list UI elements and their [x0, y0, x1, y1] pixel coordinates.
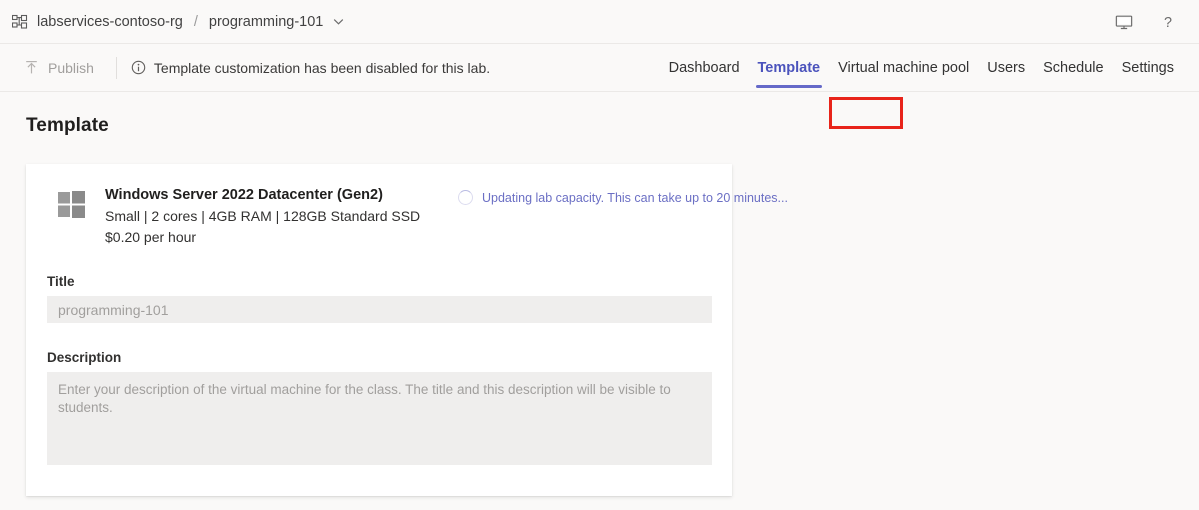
header-actions: ?	[1113, 11, 1185, 33]
title-input[interactable]	[47, 296, 712, 323]
info-circle-icon	[131, 60, 146, 75]
tab-dashboard[interactable]: Dashboard	[660, 46, 749, 91]
publish-button[interactable]: Publish	[22, 56, 100, 80]
page-title: Template	[26, 115, 109, 136]
tab-template[interactable]: Template	[749, 46, 830, 91]
nav-tabs: Dashboard Template Virtual machine pool …	[660, 44, 1183, 92]
top-header: labservices-contoso-rg / programming-101…	[0, 0, 1199, 44]
lab-capacity-status-text: Updating lab capacity. This can take up …	[482, 190, 788, 205]
chevron-down-icon[interactable]	[332, 15, 345, 28]
page-body: Template Windows Server 2022 Datacenter …	[0, 92, 1199, 496]
vm-title: Windows Server 2022 Datacenter (Gen2)	[105, 187, 383, 203]
command-bar: Publish Template customization has been …	[0, 44, 1199, 129]
title-field-block: Title	[47, 274, 712, 323]
publish-button-label: Publish	[48, 59, 94, 76]
breadcrumb-separator: /	[193, 13, 198, 30]
breadcrumb-lab-name[interactable]: programming-101	[209, 14, 323, 30]
svg-text:?: ?	[1164, 14, 1172, 30]
tab-settings[interactable]: Settings	[1113, 46, 1183, 91]
vm-summary-row: Windows Server 2022 Datacenter (Gen2) Sm…	[47, 186, 788, 247]
help-question-icon[interactable]: ?	[1157, 11, 1179, 33]
command-bar-divider	[115, 56, 117, 79]
lab-capacity-status: Updating lab capacity. This can take up …	[458, 190, 788, 205]
windows-logo-icon	[58, 191, 85, 218]
description-textarea[interactable]	[47, 372, 712, 465]
resource-group-icon	[11, 14, 30, 30]
tab-schedule[interactable]: Schedule	[1034, 46, 1112, 91]
spinner-icon	[458, 190, 473, 205]
vm-text-block: Windows Server 2022 Datacenter (Gen2) Sm…	[105, 186, 420, 247]
description-field-label: Description	[47, 350, 122, 365]
breadcrumb-resource-group[interactable]: labservices-contoso-rg	[37, 14, 183, 30]
vm-specs: Small | 2 cores | 4GB RAM | 128GB Standa…	[105, 208, 421, 224]
title-field-label: Title	[47, 274, 75, 289]
monitor-icon[interactable]	[1113, 11, 1135, 33]
breadcrumb: labservices-contoso-rg / programming-101	[11, 13, 345, 30]
tab-users[interactable]: Users	[978, 46, 1034, 91]
template-disabled-message: Template customization has been disabled…	[131, 60, 490, 76]
template-disabled-message-text: Template customization has been disabled…	[153, 59, 491, 76]
description-field-block: Description	[47, 350, 712, 470]
tab-virtual-machine-pool[interactable]: Virtual machine pool	[829, 46, 978, 91]
vm-price: $0.20 per hour	[105, 229, 197, 245]
publish-upload-icon	[24, 60, 39, 75]
template-card: Windows Server 2022 Datacenter (Gen2) Sm…	[26, 164, 788, 496]
